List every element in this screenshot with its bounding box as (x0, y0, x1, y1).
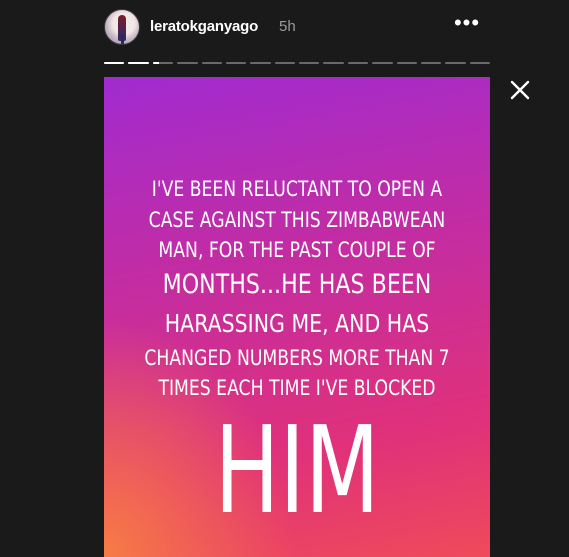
progress-segment (225, 62, 247, 64)
story-text-line: MAN, FOR THE PAST COUPLE OF (158, 238, 436, 262)
progress-segment (128, 62, 149, 64)
avatar-figure-legs (121, 34, 124, 44)
more-options-button[interactable]: ••• (452, 12, 482, 38)
username[interactable]: leratokganyago (150, 18, 258, 35)
progress-segment (396, 62, 417, 64)
progress-segment (372, 62, 393, 64)
progress-segment (323, 62, 344, 64)
story-text-line: TIMES EACH TIME I'VE BLOCKED (158, 376, 436, 400)
progress-segment-fill (152, 62, 159, 64)
progress-segment (445, 62, 466, 64)
timestamp: 5h (279, 18, 296, 35)
progress-segment (420, 62, 442, 64)
avatar[interactable] (104, 9, 140, 45)
story-viewer: leratokganyago 5h ••• I'VE BEEN RELUCTAN… (0, 0, 569, 557)
story-text-line: CHANGED NUMBERS MORE THAN 7 (144, 346, 450, 370)
story-text-line: I'VE BEEN RELUCTANT TO OPEN A (151, 177, 443, 201)
progress-segment (250, 62, 271, 64)
progress-segment (469, 62, 490, 64)
story-header: leratokganyago 5h ••• (104, 8, 490, 48)
progress-segment (201, 62, 222, 64)
progress-segment (299, 62, 320, 64)
story-text-line: MONTHS...HE HAS BEEN (162, 269, 432, 300)
progress-segment (274, 62, 295, 64)
progress-segment-fill (104, 62, 125, 64)
close-button[interactable] (507, 77, 533, 103)
progress-segment-fill (128, 62, 149, 64)
story-text-line: CASE AGAINST THIS ZIMBABWEAN (148, 208, 446, 232)
close-icon (510, 80, 530, 100)
story-big-word: HIM (214, 402, 380, 541)
story-content[interactable]: I'VE BEEN RELUCTANT TO OPEN A CASE AGAIN… (104, 77, 490, 557)
story-progress-bar (104, 62, 490, 64)
progress-segment (347, 62, 369, 64)
progress-segment (152, 62, 174, 64)
more-horizontal-icon: ••• (453, 10, 481, 35)
progress-segment (104, 62, 125, 64)
story-text-line: HARASSING ME, AND HAS (164, 309, 430, 338)
progress-segment (177, 62, 198, 64)
